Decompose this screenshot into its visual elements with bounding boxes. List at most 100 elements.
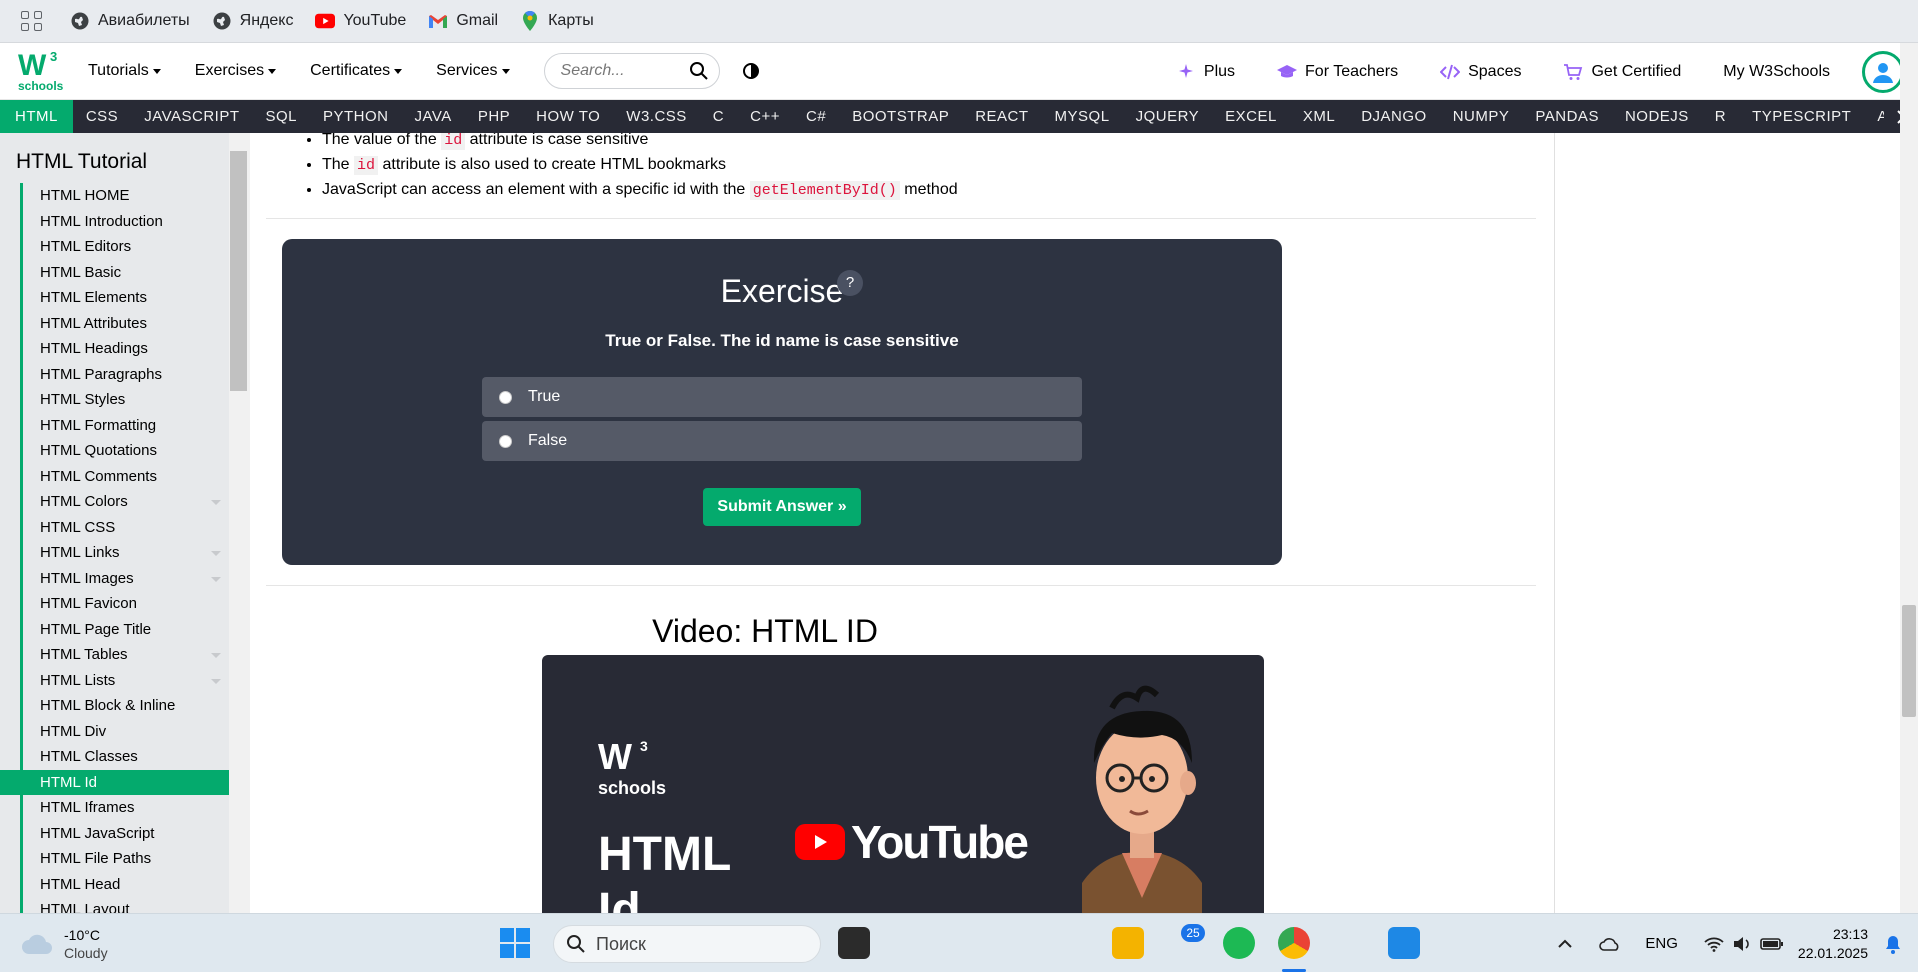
sidebar-item-html-styles[interactable]: HTML Styles — [23, 387, 229, 413]
sidebar-item-html-headings[interactable]: HTML Headings — [23, 336, 229, 362]
task-view-icon[interactable] — [838, 927, 870, 959]
file-explorer-icon[interactable] — [1112, 927, 1144, 959]
radio-button[interactable] — [499, 390, 512, 404]
chrome-icon[interactable] — [1278, 927, 1310, 959]
expand-arrow-icon[interactable] — [211, 551, 221, 556]
page-scrollbar[interactable] — [1900, 43, 1918, 913]
sidebar-item-html-attributes[interactable]: HTML Attributes — [23, 311, 229, 337]
option-true[interactable]: True — [482, 377, 1082, 417]
subject-tab-java[interactable]: JAVA — [402, 100, 465, 133]
page-scroll-thumb[interactable] — [1902, 605, 1916, 717]
expand-arrow-icon[interactable] — [211, 576, 221, 582]
apps-grid-icon[interactable] — [18, 7, 46, 35]
subject-tab-mysql[interactable]: MYSQL — [1042, 100, 1123, 133]
sidebar-item-html-comments[interactable]: HTML Comments — [23, 464, 229, 490]
sidebar-item-html-basic[interactable]: HTML Basic — [23, 260, 229, 286]
search-input[interactable]: Search... — [543, 53, 720, 89]
subject-tab-nodejs[interactable]: NODEJS — [1612, 100, 1702, 133]
user-avatar[interactable] — [1862, 50, 1904, 93]
volume-icon[interactable] — [1732, 936, 1752, 952]
subject-tab-pandas[interactable]: PANDAS — [1522, 100, 1612, 133]
subject-tab-css[interactable]: CSS — [73, 100, 131, 133]
subject-tab-bootstrap[interactable]: BOOTSTRAP — [839, 100, 962, 133]
onedrive-cloud-icon[interactable] — [1599, 937, 1621, 951]
get-certified-link[interactable]: Get Certified — [1563, 63, 1681, 81]
language-indicator[interactable]: ENG — [1645, 935, 1678, 952]
sidebar-item-html-css[interactable]: HTML CSS — [23, 515, 229, 541]
sidebar-item-html-images[interactable]: HTML Images — [23, 566, 229, 592]
sidebar-item-html-div[interactable]: HTML Div — [23, 719, 229, 745]
subject-tab-r[interactable]: R — [1702, 100, 1739, 133]
subject-tab-excel[interactable]: EXCEL — [1212, 100, 1290, 133]
spaces-link[interactable]: Spaces — [1440, 63, 1521, 81]
subject-tab-c-[interactable]: C++ — [737, 100, 793, 133]
w3schools-logo[interactable]: W 3 schools — [16, 48, 74, 94]
sidebar-item-html-file-paths[interactable]: HTML File Paths — [23, 846, 229, 872]
subject-tab-how-to[interactable]: HOW TO — [523, 100, 613, 133]
submit-answer-button[interactable]: Submit Answer » — [703, 488, 861, 526]
contrast-toggle-icon[interactable] — [742, 62, 760, 80]
bookmark-yandex[interactable]: Яндекс — [212, 11, 293, 31]
notification-bell-icon[interactable] — [1884, 934, 1902, 954]
sidebar-item-html-introduction[interactable]: HTML Introduction — [23, 209, 229, 235]
subject-tab-c[interactable]: C — [700, 100, 737, 133]
clock[interactable]: 23:13 22.01.2025 — [1798, 925, 1868, 963]
sidebar-item-html-tables[interactable]: HTML Tables — [23, 642, 229, 668]
sidebar-item-html-formatting[interactable]: HTML Formatting — [23, 413, 229, 439]
taskbar-search[interactable]: Поиск — [553, 925, 821, 963]
subject-tab-jquery[interactable]: JQUERY — [1123, 100, 1213, 133]
search-icon[interactable] — [689, 61, 709, 81]
vscode-icon[interactable] — [1388, 927, 1420, 959]
subject-tab-numpy[interactable]: NUMPY — [1440, 100, 1523, 133]
plus-link[interactable]: Plus — [1178, 63, 1235, 81]
windows-start-icon[interactable] — [500, 928, 532, 960]
wifi-icon[interactable] — [1704, 936, 1724, 952]
bookmark-maps[interactable]: Карты — [520, 11, 594, 31]
subject-tab-html[interactable]: HTML — [0, 100, 73, 133]
sidebar-item-html-favicon[interactable]: HTML Favicon — [23, 591, 229, 617]
youtube-play-button[interactable]: YouTube — [795, 815, 1029, 869]
sidebar-item-html-paragraphs[interactable]: HTML Paragraphs — [23, 362, 229, 388]
sidebar-item-html-home[interactable]: HTML HOME — [23, 183, 229, 209]
video-player[interactable]: W3 schools HTML Id YouTube — [542, 655, 1264, 913]
sidebar-item-html-layout[interactable]: HTML Layout — [23, 897, 229, 913]
subject-tab-javascript[interactable]: JAVASCRIPT — [131, 100, 252, 133]
spotify-icon[interactable] — [1223, 927, 1255, 959]
subject-tab-react[interactable]: REACT — [962, 100, 1041, 133]
sidebar-item-html-quotations[interactable]: HTML Quotations — [23, 438, 229, 464]
sidebar-item-html-page-title[interactable]: HTML Page Title — [23, 617, 229, 643]
subject-tab-typescript[interactable]: TYPESCRIPT — [1739, 100, 1864, 133]
expand-arrow-icon[interactable] — [211, 653, 221, 658]
my-w3schools-link[interactable]: My W3Schools — [1723, 63, 1830, 81]
sidebar-item-html-id[interactable]: HTML Id — [0, 769, 232, 795]
sidebar-item-html-block-inline[interactable]: HTML Block & Inline — [23, 693, 229, 719]
expand-arrow-icon[interactable] — [211, 678, 221, 684]
expand-arrow-icon[interactable] — [211, 500, 221, 505]
sidebar-item-html-editors[interactable]: HTML Editors — [23, 234, 229, 260]
subject-tab-w3-css[interactable]: W3.CSS — [613, 100, 700, 133]
chevron-up-icon[interactable] — [1557, 939, 1573, 949]
menu-exercises[interactable]: Exercises — [195, 62, 277, 80]
subject-tab-xml[interactable]: XML — [1290, 100, 1348, 133]
radio-button[interactable] — [499, 434, 512, 448]
bookmark-aviabilety[interactable]: Авиабилеты — [70, 11, 190, 31]
bookmark-gmail[interactable]: Gmail — [428, 11, 498, 31]
sidebar-item-html-links[interactable]: HTML Links — [23, 540, 229, 566]
sidebar-item-html-colors[interactable]: HTML Colors — [23, 489, 229, 515]
sidebar-item-html-iframes[interactable]: HTML Iframes — [23, 795, 229, 821]
subject-tab-django[interactable]: DJANGO — [1348, 100, 1440, 133]
weather-widget[interactable]: -10°C Cloudy — [20, 926, 108, 962]
sidebar-item-html-head[interactable]: HTML Head — [23, 872, 229, 898]
option-false[interactable]: False — [482, 421, 1082, 461]
sidebar-scroll-thumb[interactable] — [230, 151, 247, 391]
subject-tab-c-[interactable]: C# — [793, 100, 839, 133]
menu-tutorials[interactable]: Tutorials — [88, 62, 161, 80]
subject-tab-php[interactable]: PHP — [465, 100, 523, 133]
for-teachers-link[interactable]: For Teachers — [1277, 63, 1398, 81]
sidebar-item-html-javascript[interactable]: HTML JavaScript — [23, 821, 229, 847]
subject-tab-sql[interactable]: SQL — [252, 100, 310, 133]
help-icon[interactable]: ? — [837, 270, 863, 296]
subject-tab-python[interactable]: PYTHON — [310, 100, 402, 133]
sidebar-item-html-elements[interactable]: HTML Elements — [23, 285, 229, 311]
sidebar-item-html-lists[interactable]: HTML Lists — [23, 668, 229, 694]
